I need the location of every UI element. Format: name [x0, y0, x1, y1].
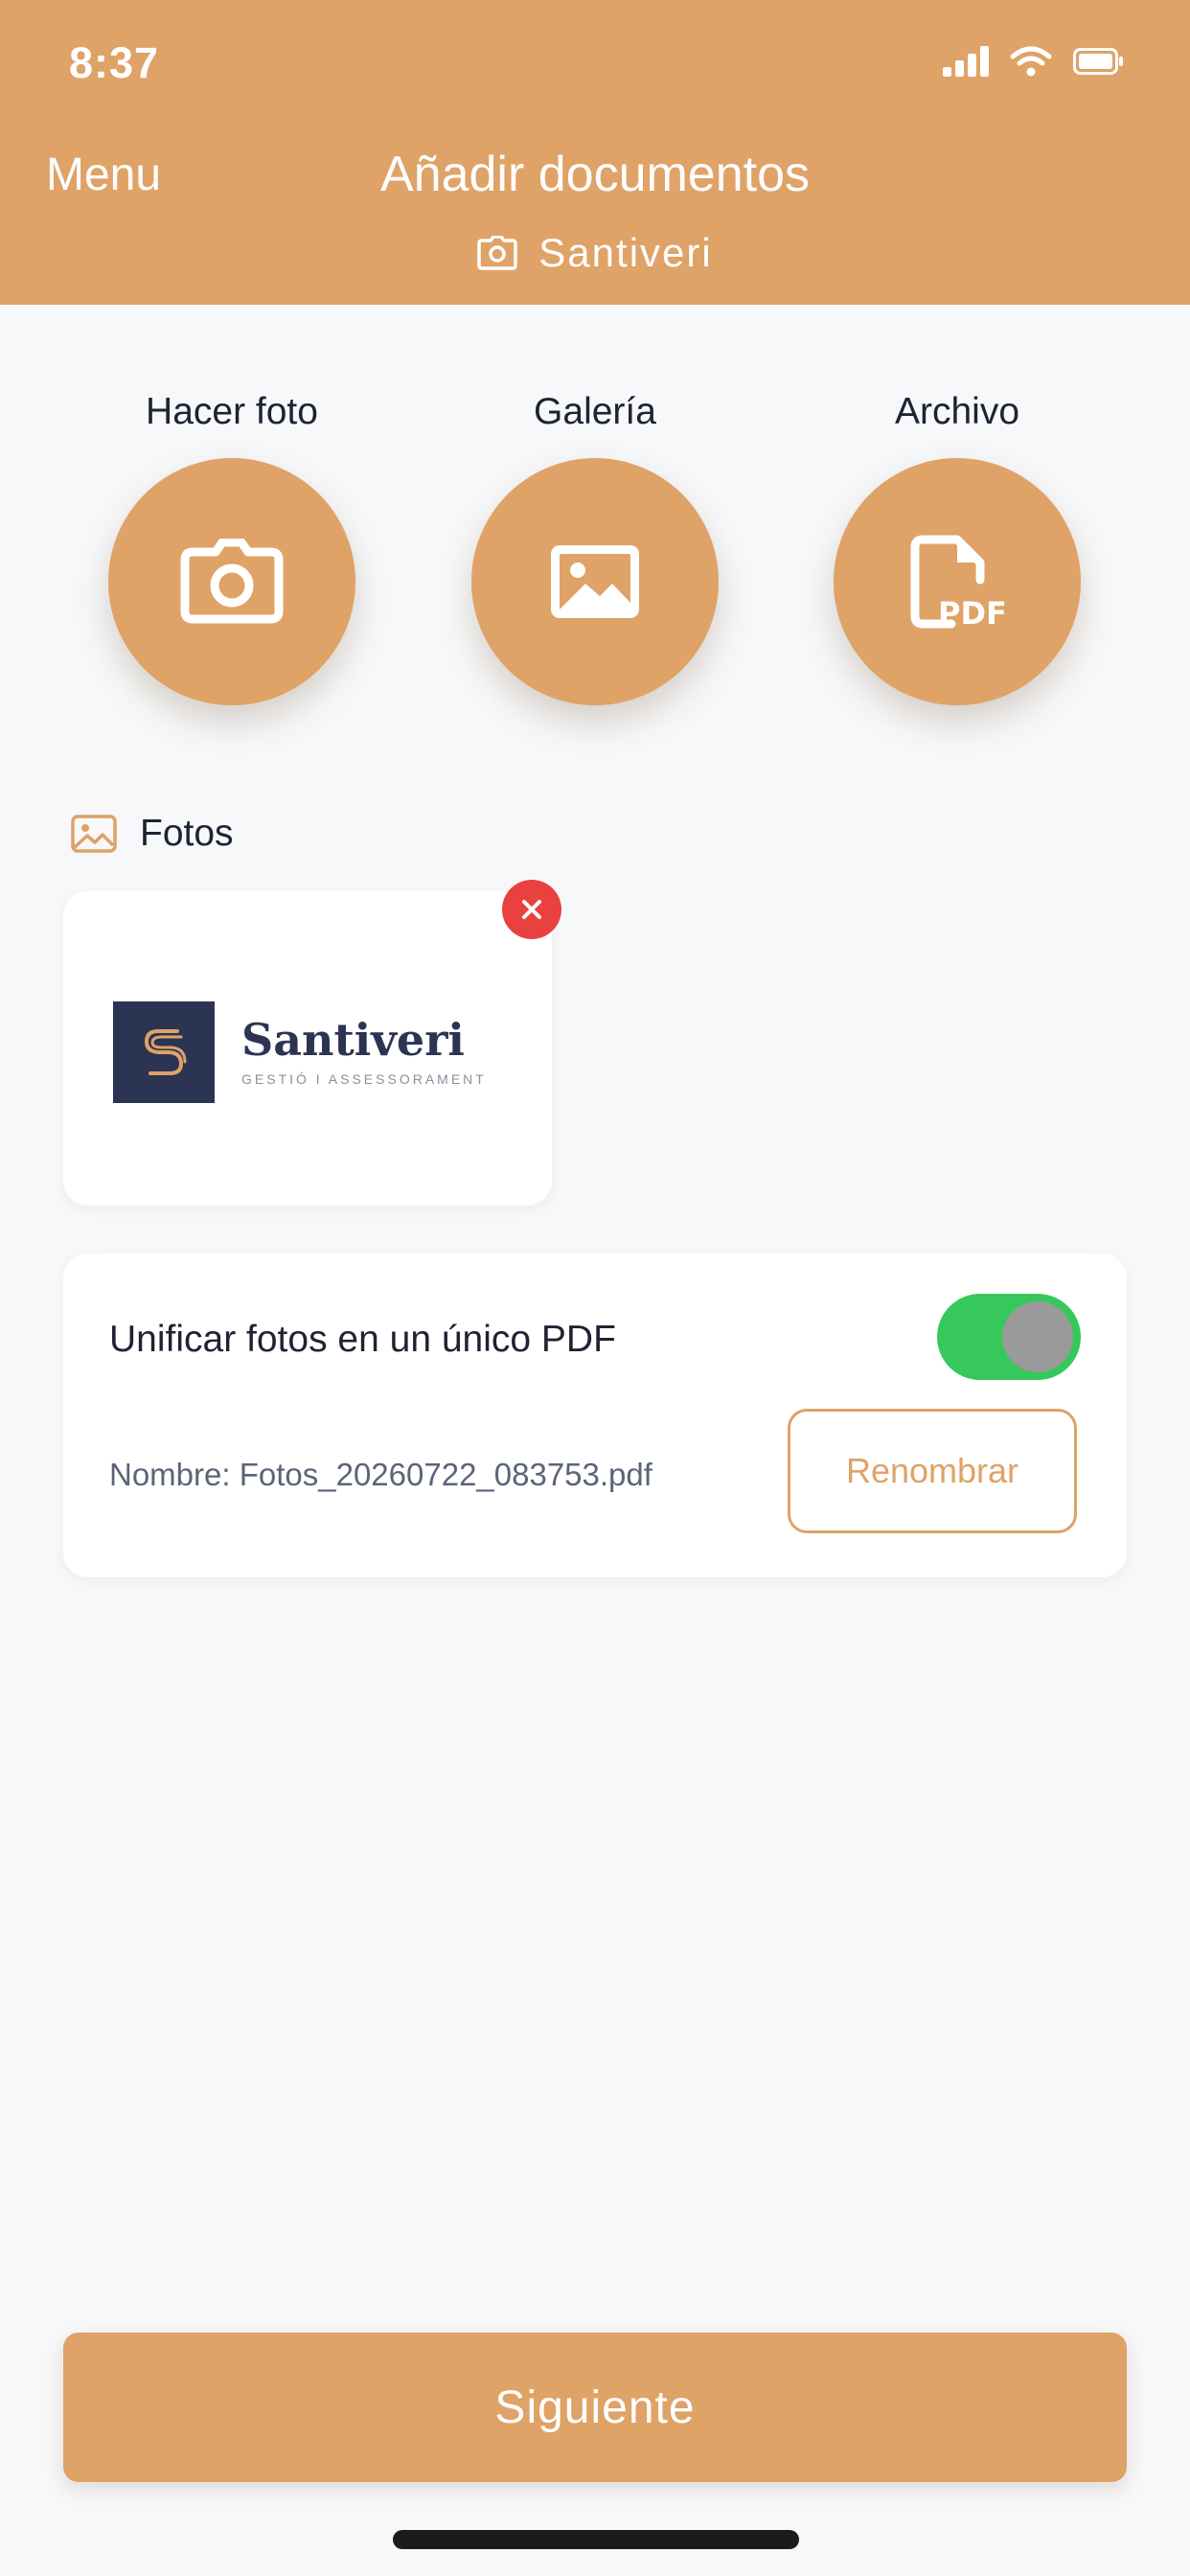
- take-photo-label: Hacer foto: [146, 391, 318, 432]
- pdf-filename: Nombre: Fotos_20260722_083753.pdf: [109, 1457, 652, 1492]
- client-name: Santiveri: [538, 230, 713, 275]
- toggle-knob: [1002, 1301, 1073, 1372]
- cellular-signal-icon: [943, 46, 989, 77]
- take-photo-action[interactable]: Hacer foto: [88, 391, 376, 705]
- svg-text:PDF: PDF: [938, 595, 1005, 630]
- close-icon: [522, 900, 541, 919]
- unify-pdf-toggle[interactable]: [937, 1294, 1081, 1380]
- next-button[interactable]: Siguiente: [63, 2333, 1127, 2482]
- logo-tagline: GESTIÓ I ASSESSORAMENT: [241, 1071, 487, 1087]
- s-logo-icon: [144, 1029, 187, 1075]
- home-indicator: [393, 2530, 799, 2549]
- camera-icon: [477, 236, 518, 270]
- image-icon: [551, 545, 639, 618]
- logo-name: Santiveri: [241, 1014, 465, 1066]
- battery-icon: [1073, 48, 1123, 75]
- gallery-label: Galería: [534, 391, 656, 432]
- gallery-button[interactable]: [471, 458, 719, 705]
- status-icons: [943, 46, 1123, 77]
- take-photo-button[interactable]: [108, 458, 355, 705]
- rename-button[interactable]: Renombrar: [788, 1409, 1077, 1533]
- gallery-action[interactable]: Galería: [451, 391, 739, 705]
- file-action[interactable]: Archivo PDF: [813, 391, 1101, 705]
- camera-icon: [180, 539, 284, 624]
- pdf-options-card: Unificar fotos en un único PDF Nombre: F…: [63, 1254, 1127, 1577]
- page-title: Añadir documentos: [379, 147, 811, 202]
- photos-section-label: Fotos: [140, 813, 234, 854]
- file-button[interactable]: PDF: [834, 458, 1081, 705]
- app-header: 8:37 Menu Añadir documentos Santiveri: [0, 0, 1190, 305]
- status-time: 8:37: [69, 38, 160, 87]
- client-subtitle: Santiveri: [0, 230, 1190, 276]
- unify-pdf-label: Unificar fotos en un único PDF: [109, 1319, 616, 1360]
- logo-mark: [113, 1001, 215, 1103]
- pdf-file-icon: PDF: [910, 535, 1005, 630]
- photo-thumbnail[interactable]: Santiveri GESTIÓ I ASSESSORAMENT: [63, 891, 552, 1206]
- photos-section-header: Fotos: [71, 813, 234, 855]
- wifi-icon: [1010, 46, 1052, 77]
- file-label: Archivo: [894, 391, 1020, 432]
- santiveri-logo: Santiveri GESTIÓ I ASSESSORAMENT: [113, 1001, 487, 1103]
- remove-photo-button[interactable]: [502, 880, 561, 939]
- image-icon: [71, 815, 117, 853]
